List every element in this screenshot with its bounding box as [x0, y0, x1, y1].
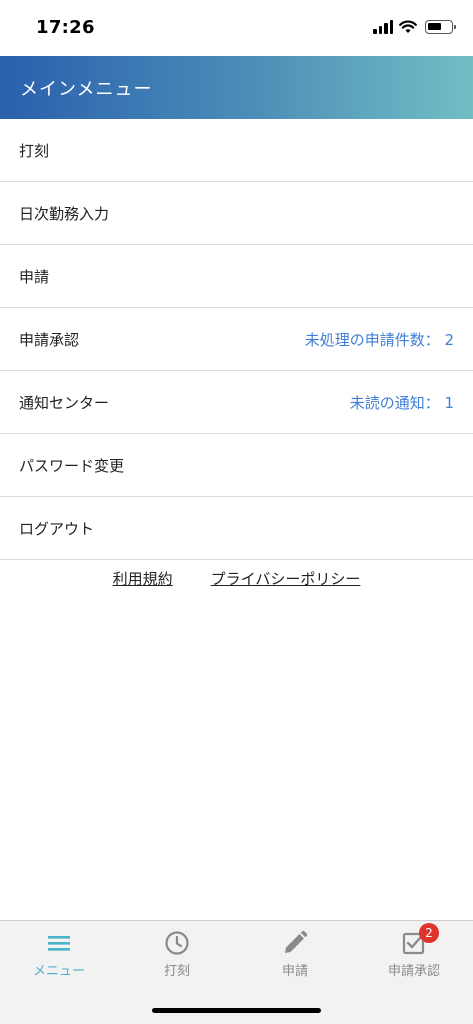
approval-badge: 2: [419, 923, 439, 943]
status-bar: 17:26: [0, 0, 473, 56]
clock-icon: [165, 931, 189, 955]
pencil-icon: [285, 930, 308, 953]
tab-label: 申請: [281, 964, 308, 979]
privacy-policy-link[interactable]: プライバシーポリシー: [211, 568, 361, 589]
menu-item-punch[interactable]: 打刻: [0, 119, 473, 182]
menu-item-notification-center[interactable]: 通知センター 未読の通知： 1: [0, 371, 473, 434]
menu-item-label: 日次勤務入力: [19, 204, 110, 223]
menu-item-approval[interactable]: 申請承認 未処理の申請件数： 2: [0, 308, 473, 371]
page-title: メインメニュー: [20, 78, 153, 100]
menu-item-label: 申請: [19, 267, 50, 286]
signal-icon: [373, 20, 393, 34]
menu-item-change-password[interactable]: パスワード変更: [0, 434, 473, 497]
menu-icon: [48, 936, 70, 951]
menu-item-label: 打刻: [19, 141, 50, 160]
menu-item-label: ログアウト: [19, 519, 95, 538]
main-menu: 打刻 日次勤務入力 申請 申請承認 未処理の申請件数： 2 通知センター 未読の…: [0, 119, 473, 560]
wifi-icon: [399, 20, 417, 33]
status-time: 17:26: [36, 17, 95, 38]
footer-links: 利用規約 プライバシーポリシー: [0, 568, 473, 589]
battery-icon: [425, 20, 456, 34]
menu-item-label: 通知センター: [19, 393, 110, 412]
menu-item-application[interactable]: 申請: [0, 245, 473, 308]
menu-item-logout[interactable]: ログアウト: [0, 497, 473, 560]
menu-item-label: 申請承認: [19, 330, 80, 349]
home-indicator: [152, 1008, 321, 1013]
tab-label: 打刻: [163, 964, 190, 979]
unread-notifications-count: 未読の通知： 1: [349, 393, 454, 412]
tab-menu[interactable]: メニュー: [0, 929, 118, 979]
tab-label: 申請承認: [387, 964, 440, 979]
app-header: メインメニュー: [0, 56, 473, 119]
tab-application[interactable]: 申請: [236, 929, 354, 979]
status-icons: [373, 20, 456, 34]
menu-item-daily-work-entry[interactable]: 日次勤務入力: [0, 182, 473, 245]
pending-requests-count: 未処理の申請件数： 2: [304, 330, 454, 349]
menu-item-label: パスワード変更: [19, 456, 125, 475]
tab-label: メニュー: [32, 964, 85, 979]
tab-punch[interactable]: 打刻: [118, 929, 236, 979]
tab-approval[interactable]: 2 申請承認: [355, 923, 473, 979]
terms-link[interactable]: 利用規約: [113, 568, 173, 589]
